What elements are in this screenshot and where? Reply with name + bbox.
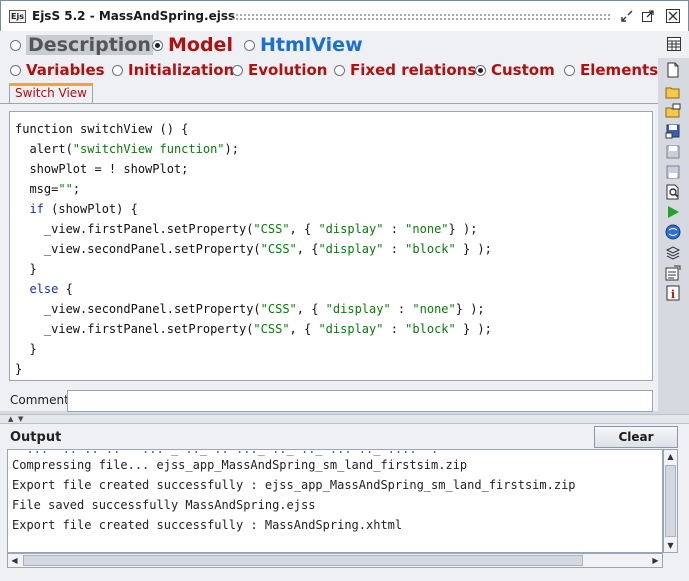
- output-vertical-scrollbar[interactable]: ▲ ▼: [663, 449, 678, 553]
- output-horizontal-scrollbar[interactable]: ◀ ▶: [7, 553, 663, 568]
- code-line: if (showPlot) {: [29, 202, 138, 216]
- minimize-icon[interactable]: [620, 9, 634, 23]
- evolution-radio[interactable]: [232, 64, 243, 76]
- close-icon[interactable]: [666, 9, 680, 23]
- right-toolbar: i: [660, 58, 689, 418]
- output-line: File saved successfully MassAndSpring.ej…: [12, 498, 316, 512]
- main-tabs: Description Model HtmlView: [0, 31, 689, 58]
- fixed-relations-radio[interactable]: [334, 64, 345, 76]
- tab-custom-label: Custom: [491, 61, 555, 79]
- page-tabs: Switch View: [0, 83, 658, 103]
- splitter-down-icon[interactable]: ▼: [18, 415, 23, 423]
- description-radio[interactable]: [10, 39, 21, 51]
- window-title: EjsS 5.2 - MassAndSpring.ejss: [32, 9, 236, 23]
- htmlview-radio[interactable]: [244, 39, 255, 51]
- code-line: }: [15, 342, 37, 356]
- tab-description[interactable]: Description: [10, 34, 153, 56]
- initialization-radio[interactable]: [112, 64, 123, 76]
- editor-panel: function switchView () { alert("switchVi…: [0, 103, 658, 412]
- panel-layout-icon[interactable]: [667, 37, 681, 51]
- run-icon[interactable]: [665, 204, 681, 220]
- open-icon[interactable]: [665, 84, 681, 100]
- clear-output-button[interactable]: Clear output: [594, 426, 678, 464]
- panel-splitter[interactable]: ▲ ▼: [0, 414, 689, 424]
- code-line: _view.secondPanel.setProperty("CSS", { "…: [15, 302, 485, 316]
- output-line: Export file created successfully : MassA…: [12, 518, 403, 532]
- info-icon[interactable]: i: [665, 285, 681, 301]
- code-line: _view.firstPanel.setProperty("CSS", { "d…: [15, 322, 492, 336]
- tab-elements-label: Elements: [580, 61, 659, 79]
- output-line: Compressing file... ejss_app_MassAndSpri…: [12, 458, 468, 472]
- code-line: msg="";: [15, 182, 81, 196]
- code-line: }: [15, 262, 37, 276]
- tab-fixed-relations-label: Fixed relations: [350, 61, 477, 79]
- vertical-scroll-thumb[interactable]: [665, 465, 676, 537]
- output-panel: Output Clear output ... .. .. .. ... _ .…: [0, 424, 689, 581]
- splitter-up-icon[interactable]: ▲: [8, 415, 13, 423]
- elements-radio[interactable]: [564, 64, 575, 76]
- tab-model[interactable]: Model: [152, 34, 233, 56]
- comment-field[interactable]: [67, 390, 653, 412]
- output-title: Output: [10, 430, 62, 445]
- disk-icon[interactable]: [665, 164, 681, 180]
- stack-icon[interactable]: [665, 245, 681, 261]
- scroll-down-icon[interactable]: ▼: [664, 539, 677, 552]
- tab-model-label: Model: [168, 34, 233, 56]
- code-line: alert("switchView function");: [15, 142, 239, 156]
- tab-evolution[interactable]: Evolution: [232, 61, 327, 79]
- code-line: function switchView () {: [15, 122, 189, 136]
- scroll-up-icon[interactable]: ▲: [664, 450, 677, 463]
- open-folder-icon[interactable]: [665, 103, 681, 119]
- tab-initialization-label: Initialization: [128, 61, 235, 79]
- model-sub-tabs: Variables Initialization Evolution Fixed…: [0, 58, 658, 83]
- tab-htmlview[interactable]: HtmlView: [244, 34, 363, 56]
- tab-initialization[interactable]: Initialization: [112, 61, 234, 79]
- variables-radio[interactable]: [10, 64, 21, 76]
- title-grip: [231, 13, 612, 21]
- code-line: }: [15, 362, 23, 376]
- comment-row: Comment: [9, 390, 653, 412]
- search-icon[interactable]: [665, 184, 681, 200]
- web-icon[interactable]: [665, 224, 681, 240]
- code-line: _view.firstPanel.setProperty("CSS", { "d…: [15, 222, 478, 236]
- options-icon[interactable]: [665, 265, 681, 281]
- title-bar: Ejs EjsS 5.2 - MassAndSpring.ejss: [0, 0, 689, 31]
- scroll-right-icon[interactable]: ▶: [649, 554, 662, 567]
- tab-custom[interactable]: Custom: [475, 61, 555, 79]
- code-line: showPlot = ! showPlot;: [15, 162, 189, 176]
- save-icon[interactable]: [665, 123, 681, 139]
- tab-htmlview-label: HtmlView: [260, 34, 363, 56]
- custom-radio[interactable]: [475, 64, 486, 76]
- tab-switch-view[interactable]: Switch View: [9, 83, 93, 103]
- tab-variables[interactable]: Variables: [10, 61, 105, 79]
- model-radio[interactable]: [152, 39, 163, 51]
- code-line: _view.secondPanel.setProperty("CSS", {"d…: [15, 242, 492, 256]
- code-editor[interactable]: function switchView () { alert("switchVi…: [9, 111, 653, 381]
- scroll-left-icon[interactable]: ◀: [8, 554, 21, 567]
- horizontal-scroll-thumb[interactable]: [23, 555, 583, 566]
- tab-elements[interactable]: Elements: [564, 61, 658, 79]
- app-icon: Ejs: [9, 10, 26, 23]
- output-log[interactable]: ... .. .. .. ... _ .._ .. ..._ .._ .._ .…: [7, 449, 663, 553]
- save-as-icon[interactable]: [665, 144, 681, 160]
- tab-description-label: Description: [26, 34, 153, 56]
- tab-evolution-label: Evolution: [248, 61, 328, 79]
- output-line: Export file created successfully : ejss_…: [12, 478, 576, 492]
- code-line: else {: [29, 282, 73, 296]
- tab-fixed-relations[interactable]: Fixed relations: [334, 61, 476, 79]
- maximize-icon[interactable]: [641, 9, 655, 23]
- new-icon[interactable]: [665, 62, 681, 78]
- svg-text:i: i: [671, 288, 675, 301]
- tab-variables-label: Variables: [26, 61, 105, 79]
- comment-label: Comment: [10, 393, 69, 407]
